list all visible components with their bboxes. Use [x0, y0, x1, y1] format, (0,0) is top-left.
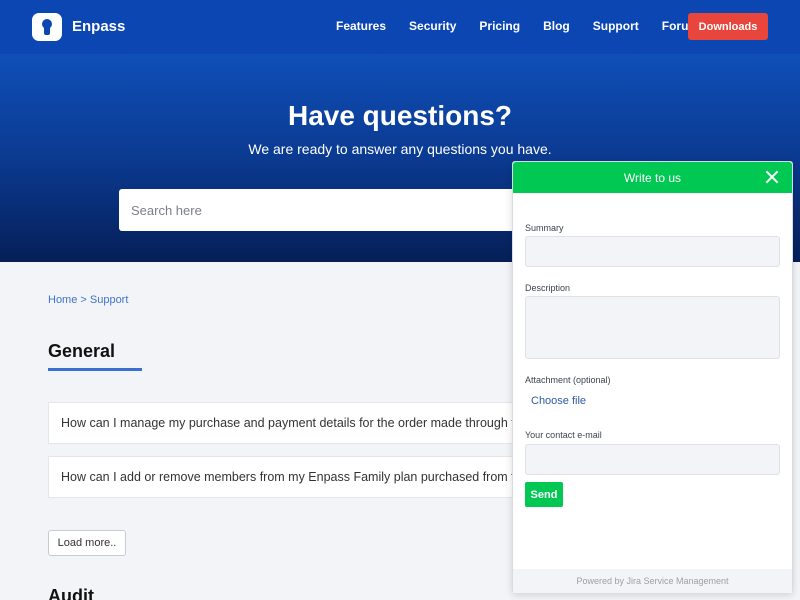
nav-blog[interactable]: Blog — [543, 19, 570, 33]
hero-title: Have questions? — [287, 100, 513, 131]
widget-footer: Powered by Jira Service Management — [513, 569, 792, 593]
section-title-audit: Audit — [48, 586, 94, 600]
hero-subtitle: We are ready to answer any questions you… — [248, 141, 552, 157]
description-textarea[interactable] — [525, 296, 780, 359]
top-navigation-bar: Enpass Features Security Pricing Blog Su… — [0, 0, 800, 54]
widget-header: Write to us — [513, 162, 792, 193]
faq-item[interactable]: How can I add or remove members from my … — [48, 456, 528, 498]
email-input[interactable] — [525, 444, 780, 475]
brand-name[interactable]: Enpass — [72, 18, 125, 35]
widget-form: Summary Description Attachment (optional… — [513, 193, 792, 569]
nav-pricing[interactable]: Pricing — [479, 19, 520, 33]
load-more-button[interactable]: Load more.. — [48, 530, 126, 556]
close-icon[interactable] — [764, 169, 780, 185]
nav-features[interactable]: Features — [336, 19, 386, 33]
summary-input[interactable] — [525, 236, 780, 267]
write-to-us-widget: Write to us Summary Description Attachme… — [512, 161, 793, 593]
nav-support[interactable]: Support — [593, 19, 639, 33]
breadcrumb[interactable]: Home > Support — [48, 294, 128, 306]
enpass-logo-icon[interactable] — [32, 13, 62, 41]
main-nav: Features Security Pricing Blog Support F… — [336, 19, 729, 33]
widget-title: Write to us — [623, 170, 682, 185]
nav-security[interactable]: Security — [409, 19, 456, 33]
email-label: Your contact e-mail — [525, 430, 602, 440]
downloads-button[interactable]: Downloads — [688, 13, 768, 40]
search-input[interactable] — [119, 189, 539, 231]
description-label: Description — [525, 283, 571, 293]
send-button[interactable]: Send — [525, 482, 563, 507]
faq-item[interactable]: How can I manage my purchase and payment… — [48, 402, 528, 444]
section-title-underline — [48, 368, 142, 371]
attachment-label: Attachment (optional) — [525, 375, 611, 385]
choose-file-button[interactable]: Choose file — [531, 395, 586, 407]
section-title-general: General — [48, 341, 116, 361]
summary-label: Summary — [525, 223, 564, 233]
